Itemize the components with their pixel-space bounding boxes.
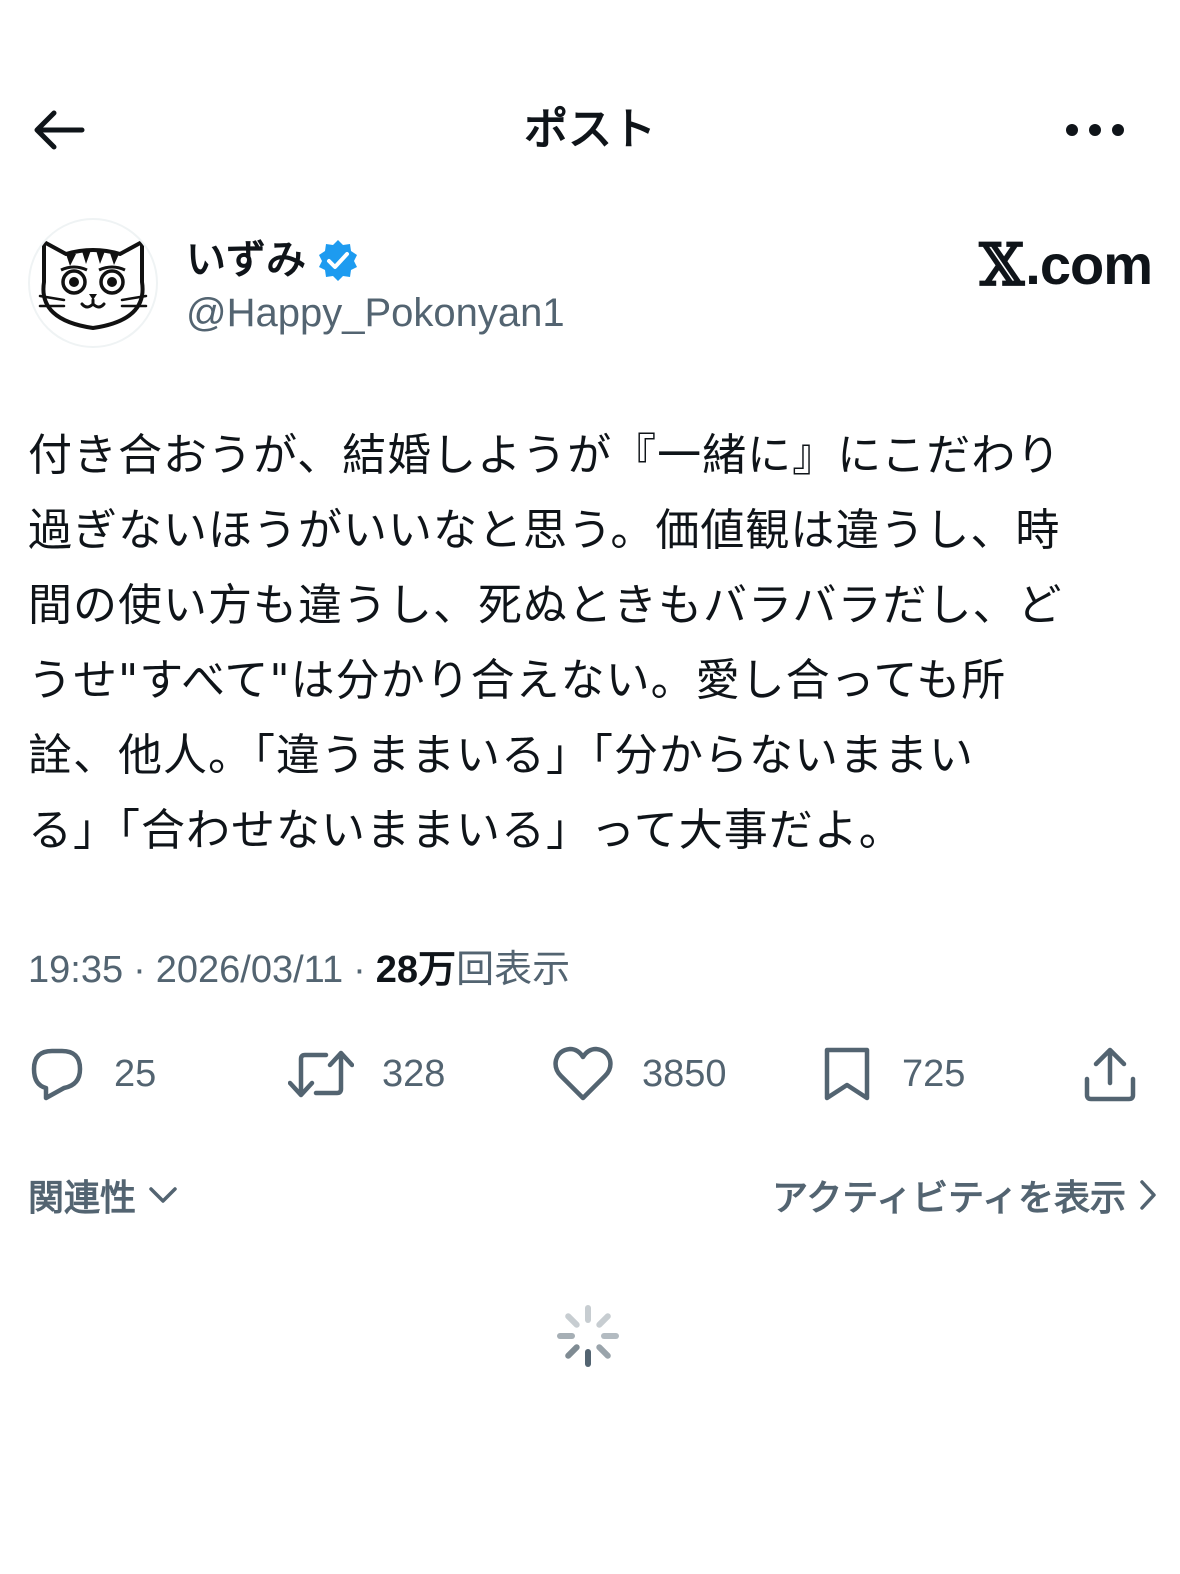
- cat-face-avatar-icon: [38, 240, 148, 330]
- watermark-domain: .com: [1025, 233, 1153, 296]
- tweet-time[interactable]: 19:35: [28, 940, 123, 1000]
- views-label: 回表示: [456, 949, 571, 991]
- sort-relevance-dropdown[interactable]: 関連性: [28, 1164, 178, 1226]
- activity-label: アクティビティを表示: [772, 1178, 1126, 1219]
- more-horizontal-icon: [1066, 124, 1124, 136]
- loading-spinner-icon: [557, 1305, 619, 1367]
- tweet-meta: 19:35 · 2026/03/11 · 28万 回表示: [28, 940, 570, 1000]
- like-count: 3850: [642, 1053, 727, 1095]
- heart-icon: [553, 1046, 613, 1101]
- tweet-text: 付き合おうが、結婚しようが『一緒に』にこだわり 過ぎないほうがいいなと思う。価値…: [28, 430, 1063, 856]
- bookmark-icon: [824, 1047, 870, 1101]
- display-name[interactable]: いずみ: [186, 234, 306, 286]
- like-button[interactable]: 3850: [552, 1038, 727, 1110]
- reply-button[interactable]: 25: [28, 1038, 156, 1110]
- chevron-right-icon: [1140, 1180, 1156, 1210]
- post-detail-page: ポスト いずみ @Happy_Pokonyan1 𝕏 .com 付き合おうが、結…: [0, 0, 1180, 1574]
- user-handle[interactable]: @Happy_Pokonyan1: [186, 288, 565, 338]
- reply-count: 25: [114, 1053, 157, 1095]
- view-activity-link[interactable]: アクティビティを表示: [772, 1164, 1158, 1226]
- top-bar: ポスト: [0, 80, 1180, 180]
- repost-button[interactable]: 328: [288, 1038, 445, 1110]
- reply-icon: [31, 1048, 83, 1101]
- display-name-row: いずみ: [186, 230, 360, 290]
- verified-badge-icon: [319, 240, 357, 281]
- repost-icon: [288, 1050, 354, 1098]
- more-options-button[interactable]: [1060, 102, 1130, 158]
- share-icon: [1084, 1047, 1136, 1102]
- repost-count: 328: [382, 1053, 446, 1095]
- meta-separator: ·: [133, 949, 146, 991]
- avatar[interactable]: [28, 218, 158, 348]
- views-count[interactable]: 28万: [376, 940, 456, 1000]
- action-bar: 25 328 3850 725: [0, 1038, 1180, 1110]
- tweet-date[interactable]: 2026/03/11: [156, 940, 343, 1000]
- x-logo-icon: 𝕏: [979, 231, 1024, 299]
- share-button[interactable]: [1082, 1038, 1138, 1110]
- replies-controls: 関連性 アクティビティを表示: [0, 1164, 1180, 1226]
- page-title: ポスト: [524, 104, 656, 155]
- bookmark-count: 725: [902, 1053, 966, 1095]
- x-com-watermark: 𝕏 .com: [979, 231, 1153, 299]
- meta-separator: ·: [353, 949, 366, 991]
- bookmark-button[interactable]: 725: [820, 1038, 965, 1110]
- author-row: いずみ @Happy_Pokonyan1 𝕏 .com: [28, 218, 1153, 348]
- chevron-down-icon: [149, 1187, 177, 1203]
- relevance-label: 関連性: [28, 1178, 137, 1219]
